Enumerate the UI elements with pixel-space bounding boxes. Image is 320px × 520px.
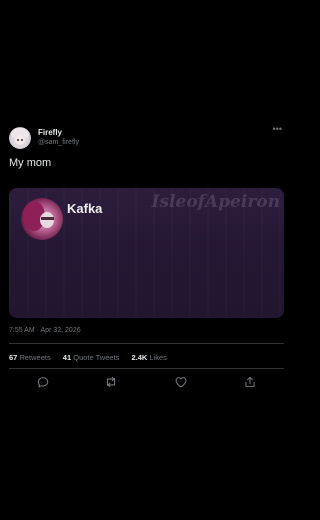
- share-icon[interactable]: [243, 375, 257, 389]
- action-bar: [0, 375, 290, 391]
- tweet-stats: 67 Retweets 41 Quote Tweets 2.4K Likes: [9, 353, 177, 362]
- retweet-icon[interactable]: [104, 375, 118, 389]
- quote-tweets-count: 41: [62, 353, 72, 362]
- retweets-stat[interactable]: 67 Retweets: [9, 353, 51, 362]
- author-avatar[interactable]: [9, 127, 31, 149]
- retweets-label: Retweets: [19, 353, 51, 362]
- tweet: Firefly @sam_firefly ••• My mom IsleofAp…: [0, 0, 290, 520]
- author-handle[interactable]: @sam_firefly: [38, 139, 79, 146]
- tweet-timestamp[interactable]: 7:55 AM · Apr 32, 2026: [9, 327, 81, 334]
- card-avatar-glasses: [41, 217, 54, 220]
- embedded-card[interactable]: IsleofApeiron Kafka: [9, 188, 284, 318]
- divider: [9, 343, 284, 344]
- divider: [9, 368, 284, 369]
- card-avatar-face: [40, 212, 54, 228]
- ellipsis-icon[interactable]: •••: [273, 124, 282, 134]
- card-name: Kafka: [67, 201, 103, 216]
- retweets-count: 67: [9, 353, 18, 362]
- likes-count: 2.4K: [131, 353, 148, 362]
- reply-icon[interactable]: [36, 375, 50, 389]
- author-display-name[interactable]: Firefly: [38, 128, 62, 137]
- tweet-text: My mom: [9, 157, 52, 169]
- quote-tweets-label: Quote Tweets: [73, 353, 120, 362]
- watermark: IsleofApeiron: [151, 192, 280, 212]
- likes-stat[interactable]: 2.4K Likes: [131, 353, 166, 362]
- quote-tweets-stat[interactable]: 41 Quote Tweets: [63, 353, 120, 362]
- avatar-eye: [17, 139, 19, 141]
- like-icon[interactable]: [174, 375, 188, 389]
- avatar-eye: [21, 139, 23, 141]
- likes-label: Likes: [149, 353, 167, 362]
- card-avatar: [21, 198, 63, 240]
